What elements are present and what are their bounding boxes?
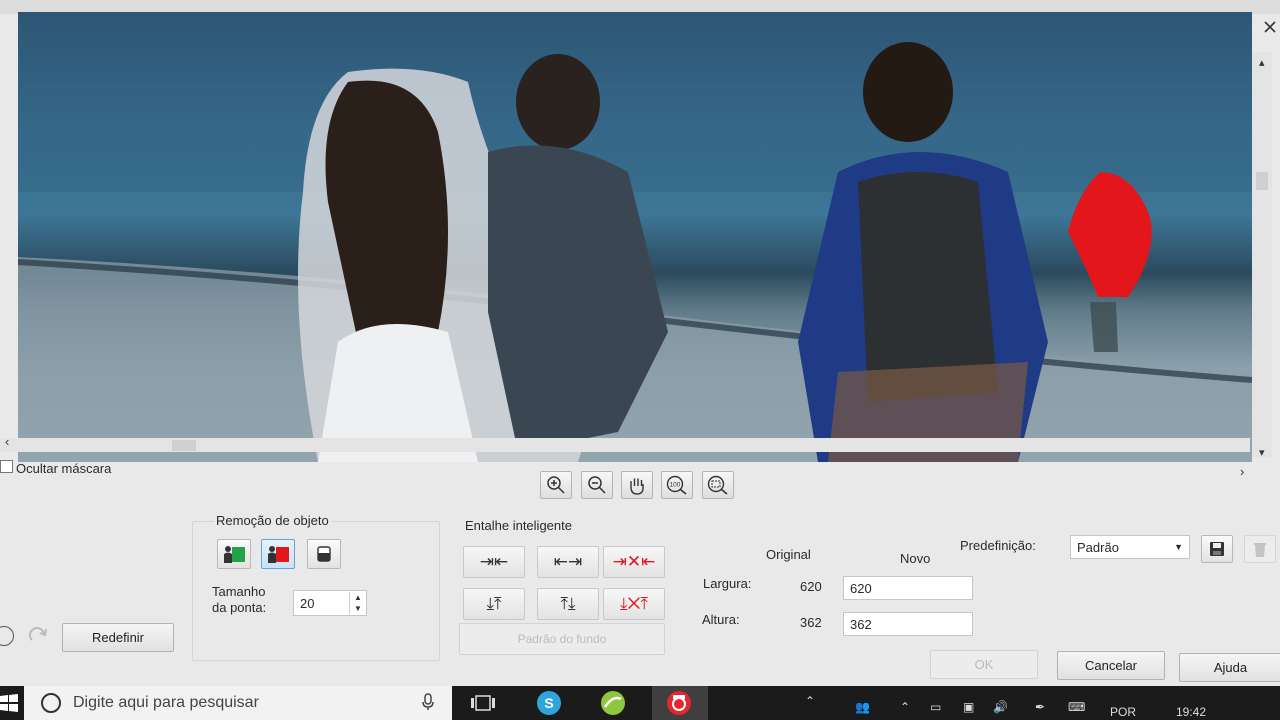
- height-new-value: 362: [850, 616, 872, 632]
- brush-size-label: Tamanho: [212, 584, 266, 599]
- undo-icon[interactable]: [0, 626, 14, 646]
- remove-width-marked-icon[interactable]: ⇥✕⇤: [603, 546, 665, 578]
- object-removal-title: Remoção de objeto: [214, 513, 331, 528]
- beach-wedding-photo: [18, 12, 1252, 462]
- zoom-fit-icon[interactable]: [702, 471, 734, 499]
- tray-app-icon[interactable]: ▭: [930, 700, 941, 714]
- hide-mask-label: Ocultar máscara: [16, 461, 112, 476]
- help-button[interactable]: Ajuda: [1179, 653, 1280, 682]
- width-new-value: 620: [850, 580, 872, 596]
- svg-text:S: S: [544, 695, 553, 711]
- preset-label: Predefinição:: [960, 538, 1036, 553]
- mark-object-icon[interactable]: [261, 539, 295, 569]
- cancel-button[interactable]: Cancelar: [1057, 651, 1165, 680]
- width-new-input[interactable]: 620: [843, 576, 973, 600]
- height-original-value: 362: [800, 615, 822, 630]
- expand-width-icon[interactable]: ⇤⇥: [537, 546, 599, 578]
- vertical-scrollbar[interactable]: [1252, 52, 1272, 457]
- show-hidden-icons[interactable]: ⌃: [805, 694, 815, 708]
- scroll-right-icon[interactable]: ›: [1240, 464, 1244, 479]
- tray-up-icon[interactable]: ⌃: [900, 700, 910, 714]
- reset-button[interactable]: Redefinir: [62, 623, 174, 652]
- clock[interactable]: 19:42: [1176, 705, 1206, 719]
- shrink-width-icon[interactable]: ⇥⇤: [463, 546, 525, 578]
- height-label: Altura:: [702, 612, 740, 627]
- brush-size-value: 20: [300, 595, 315, 611]
- volume-icon[interactable]: 🔊: [993, 700, 1008, 714]
- taskbar-search[interactable]: Digite aqui para pesquisar: [24, 686, 452, 720]
- svg-text:100: 100: [670, 482, 681, 489]
- scroll-up-icon[interactable]: ▴: [1259, 56, 1265, 69]
- vertical-scroll-thumb[interactable]: [1256, 172, 1268, 190]
- width-original-value: 620: [800, 579, 822, 594]
- zoom-out-icon[interactable]: [581, 471, 613, 499]
- remove-object-icon[interactable]: [217, 539, 251, 569]
- chevron-down-icon: ▼: [1174, 542, 1183, 552]
- new-header: Novo: [900, 551, 931, 566]
- language-indicator[interactable]: POR: [1110, 705, 1136, 719]
- ok-button[interactable]: OK: [930, 650, 1038, 679]
- task-view-icon[interactable]: [468, 690, 498, 716]
- keyboard-icon[interactable]: ⌨: [1068, 700, 1085, 714]
- height-new-input[interactable]: 362: [843, 612, 973, 636]
- eraser-icon[interactable]: [307, 539, 341, 569]
- microphone-icon[interactable]: [422, 692, 434, 714]
- zoom-100-icon[interactable]: 100: [661, 471, 693, 499]
- smart-carve-title: Entalhe inteligente: [465, 518, 572, 533]
- stepper-arrows[interactable]: ▲ ▼: [349, 592, 366, 614]
- delete-preset-icon[interactable]: [1244, 535, 1276, 563]
- pan-hand-icon[interactable]: [621, 471, 653, 499]
- hide-mask-checkbox[interactable]: [0, 460, 13, 473]
- remove-background-button[interactable]: Padrão do fundo: [459, 623, 665, 655]
- save-preset-icon[interactable]: [1201, 535, 1233, 563]
- photo-preview[interactable]: [18, 12, 1252, 462]
- search-placeholder: Digite aqui para pesquisar: [73, 694, 259, 711]
- original-header: Original: [766, 547, 811, 562]
- scroll-left-icon[interactable]: ‹: [5, 434, 9, 449]
- skype-icon[interactable]: S: [534, 690, 564, 716]
- preset-select[interactable]: Padrão ▼: [1070, 535, 1190, 559]
- preset-value: Padrão: [1077, 539, 1119, 555]
- brush-size-label-2: da ponta:: [212, 600, 267, 615]
- redo-icon[interactable]: [26, 624, 52, 649]
- horizontal-scroll-thumb[interactable]: [172, 440, 196, 451]
- cortana-icon: [41, 693, 61, 713]
- remove-height-marked-icon[interactable]: ⤓✕⤒: [603, 588, 665, 620]
- photo-app-icon[interactable]: [664, 690, 694, 716]
- zoom-in-icon[interactable]: [540, 471, 572, 499]
- close-icon[interactable]: [1262, 20, 1278, 36]
- network-icon[interactable]: ▣: [963, 700, 974, 714]
- people-icon[interactable]: 👥: [855, 700, 870, 714]
- expand-height-icon[interactable]: ⤒⤓: [537, 588, 599, 620]
- corel-app-icon[interactable]: [598, 690, 628, 716]
- shrink-height-icon[interactable]: ⤓⤒: [463, 588, 525, 620]
- scroll-down-icon[interactable]: ▾: [1259, 446, 1265, 459]
- start-button[interactable]: [0, 690, 18, 716]
- pen-icon[interactable]: ✒: [1035, 700, 1045, 714]
- width-label: Largura:: [703, 576, 752, 591]
